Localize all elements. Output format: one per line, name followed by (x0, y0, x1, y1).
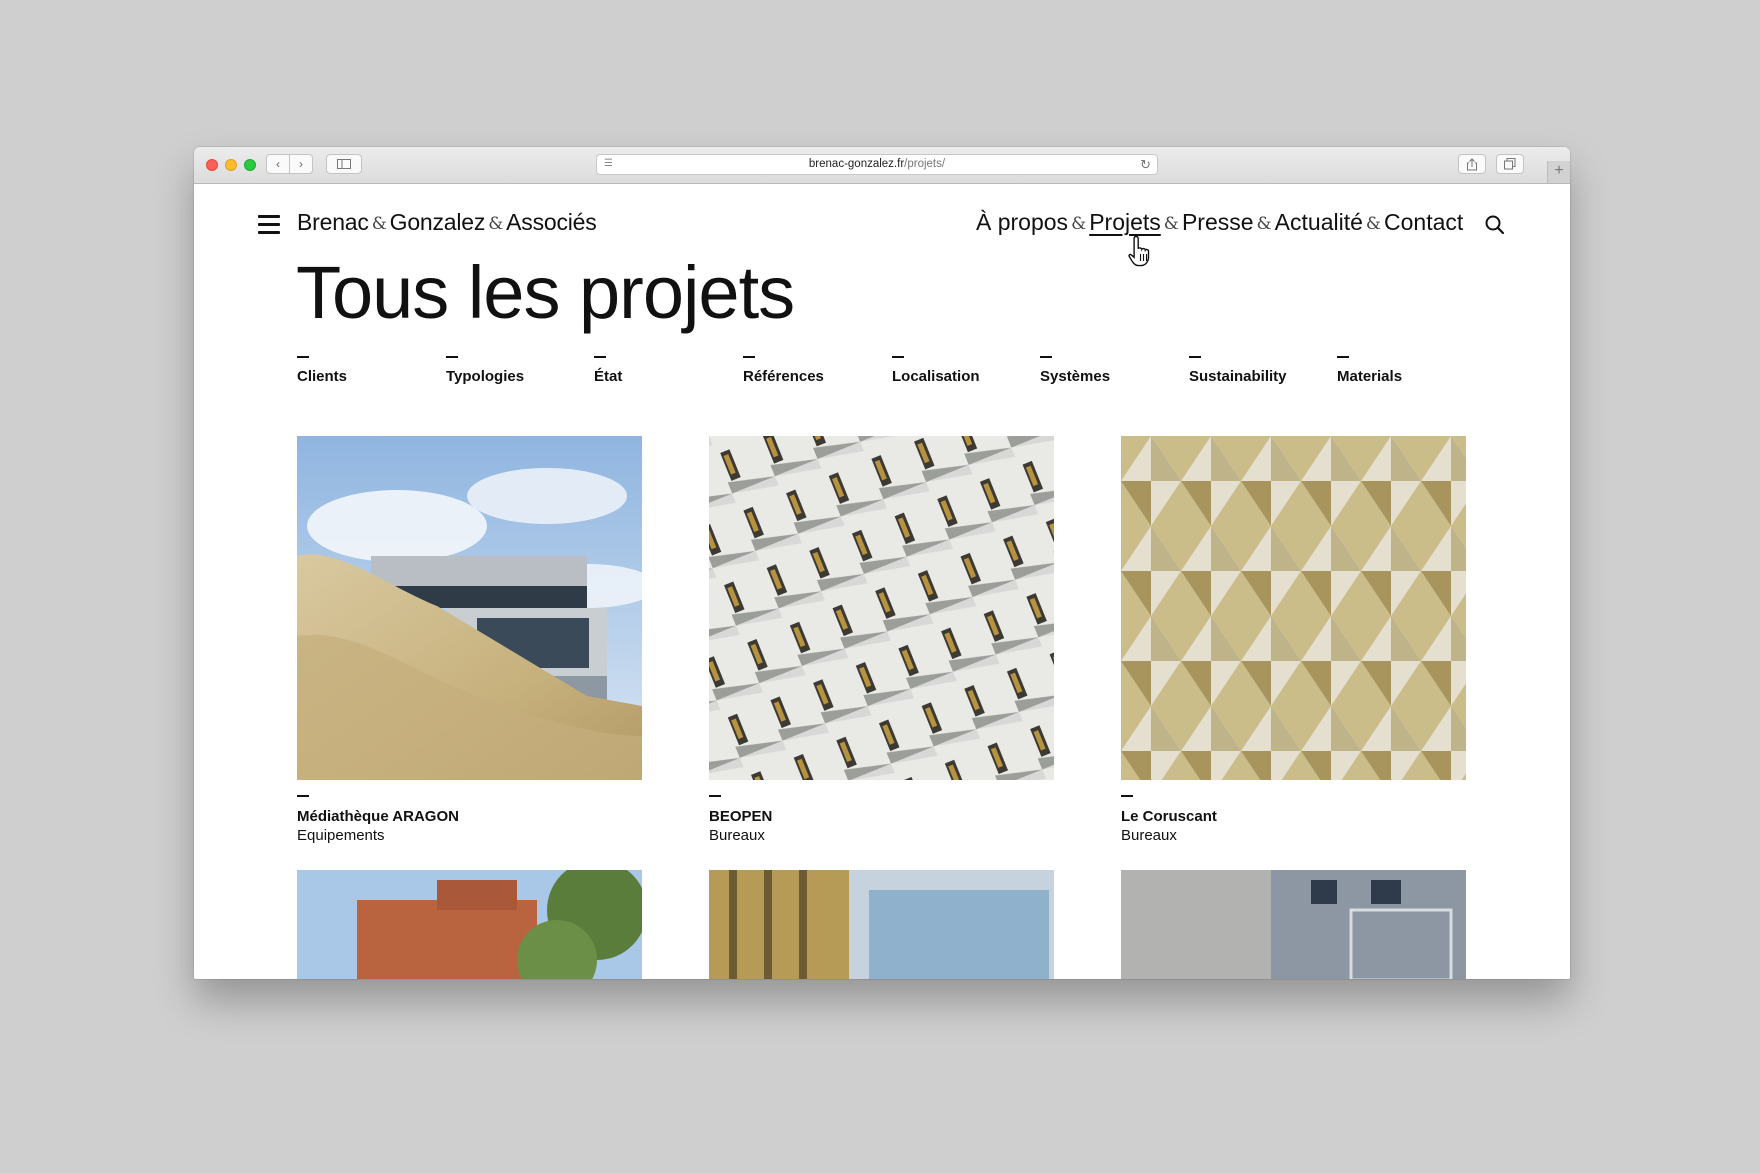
filter-etat[interactable]: État (594, 356, 622, 386)
reload-icon[interactable]: ↻ (1140, 155, 1151, 174)
minimize-window-button[interactable] (225, 159, 237, 171)
filter-systemes[interactable]: Systèmes (1040, 356, 1110, 386)
project-title[interactable]: BEOPEN (709, 808, 1054, 825)
nav-actualite[interactable]: Actualité (1275, 209, 1363, 235)
nav-presse[interactable]: Presse (1182, 209, 1254, 235)
new-tab-button[interactable]: + (1547, 161, 1570, 183)
filter-label: État (594, 368, 623, 385)
chevron-right-icon: › (299, 157, 303, 171)
dash-divider (1121, 795, 1133, 797)
project-type: Bureaux (709, 827, 765, 844)
web-page: Brenac & Gonzalez & Associés À propos & Projet… (194, 184, 1570, 979)
reader-view-icon[interactable]: ☰ (604, 159, 613, 169)
dash-divider (1189, 356, 1201, 358)
filter-clients[interactable]: Clients (297, 356, 347, 386)
ampersand: & (1256, 214, 1272, 234)
project-type: Bureaux (1121, 827, 1177, 844)
dash-divider (1337, 356, 1349, 358)
filter-label: Localisation (892, 368, 980, 385)
project-type: Equipements (297, 827, 385, 844)
main-nav: À propos & Projets & Presse & Actualité & Contac… (976, 209, 1463, 236)
project-card[interactable]: BEOPEN Bureaux (709, 436, 1054, 844)
nav-projets[interactable]: Projets (1089, 209, 1161, 235)
nav-contact[interactable]: Contact (1384, 209, 1463, 235)
dash-divider (297, 356, 309, 358)
address-bar[interactable]: ☰ brenac-gonzalez.fr/projets/ ↻ (596, 154, 1158, 175)
url-domain: brenac-gonzalez.fr (808, 158, 905, 170)
filter-typologies[interactable]: Typologies (446, 356, 524, 386)
filter-bar: Clients Typologies État Références Local… (297, 356, 1497, 396)
filter-references[interactable]: Références (743, 356, 824, 386)
filter-label: Systèmes (1040, 368, 1111, 385)
ampersand: & (1071, 214, 1087, 234)
share-button[interactable] (1458, 154, 1486, 174)
forward-button[interactable]: › (289, 154, 313, 174)
filter-label: Sustainability (1189, 368, 1287, 385)
filter-label: Références (743, 368, 824, 385)
page-title: Tous les projets (296, 251, 795, 334)
brand-part: Associés (506, 209, 597, 235)
dash-divider (709, 795, 721, 797)
filter-sustainability[interactable]: Sustainability (1189, 356, 1287, 386)
pointer-hand-icon (1128, 235, 1150, 267)
nav-a-propos[interactable]: À propos (976, 209, 1068, 235)
filter-label: Typologies (446, 368, 525, 385)
tabs-icon (1504, 158, 1516, 170)
brand-logo[interactable]: Brenac & Gonzalez & Associés (297, 209, 597, 236)
project-image[interactable] (709, 436, 1054, 780)
project-image[interactable] (1121, 870, 1466, 979)
show-tabs-button[interactable] (1496, 154, 1524, 174)
plus-icon: + (1554, 162, 1564, 179)
ampersand: & (1365, 214, 1382, 234)
filter-label: Materials (1337, 368, 1403, 385)
project-image[interactable] (709, 870, 1054, 979)
search-icon[interactable] (1484, 214, 1506, 236)
ampersand: & (371, 214, 387, 234)
project-title[interactable]: Le Coruscant (1121, 808, 1466, 825)
brand-part: Brenac (297, 209, 369, 235)
filter-materials[interactable]: Materials (1337, 356, 1402, 386)
hamburger-menu-icon[interactable] (258, 215, 280, 234)
chevron-left-icon: ‹ (276, 157, 280, 171)
ampersand: & (1163, 214, 1179, 234)
zoom-window-button[interactable] (244, 159, 256, 171)
back-button[interactable]: ‹ (266, 154, 290, 174)
browser-titlebar: ‹ › ☰ brenac-gonzalez.fr/projets/ ↻ + (194, 147, 1570, 184)
filter-localisation[interactable]: Localisation (892, 356, 980, 386)
project-image[interactable] (297, 870, 642, 979)
dash-divider (1040, 356, 1052, 358)
sidebar-icon (337, 159, 351, 169)
dash-divider (743, 356, 755, 358)
brand-part: Gonzalez (389, 209, 486, 235)
browser-window: ‹ › ☰ brenac-gonzalez.fr/projets/ ↻ + Br… (194, 147, 1570, 979)
url-path: /projets/ (904, 158, 946, 170)
project-card[interactable]: Le Coruscant Bureaux (1121, 436, 1466, 844)
share-icon (1467, 157, 1477, 170)
dash-divider (594, 356, 606, 358)
project-image[interactable] (297, 436, 642, 780)
close-window-button[interactable] (206, 159, 218, 171)
dash-divider (297, 795, 309, 797)
ampersand: & (488, 214, 504, 234)
project-image[interactable] (1121, 436, 1466, 780)
dash-divider (446, 356, 458, 358)
dash-divider (892, 356, 904, 358)
sidebar-toggle-button[interactable] (326, 154, 362, 174)
filter-label: Clients (297, 368, 348, 385)
project-card[interactable]: Médiathèque ARAGON Equipements (297, 436, 642, 844)
project-title[interactable]: Médiathèque ARAGON (297, 808, 642, 825)
